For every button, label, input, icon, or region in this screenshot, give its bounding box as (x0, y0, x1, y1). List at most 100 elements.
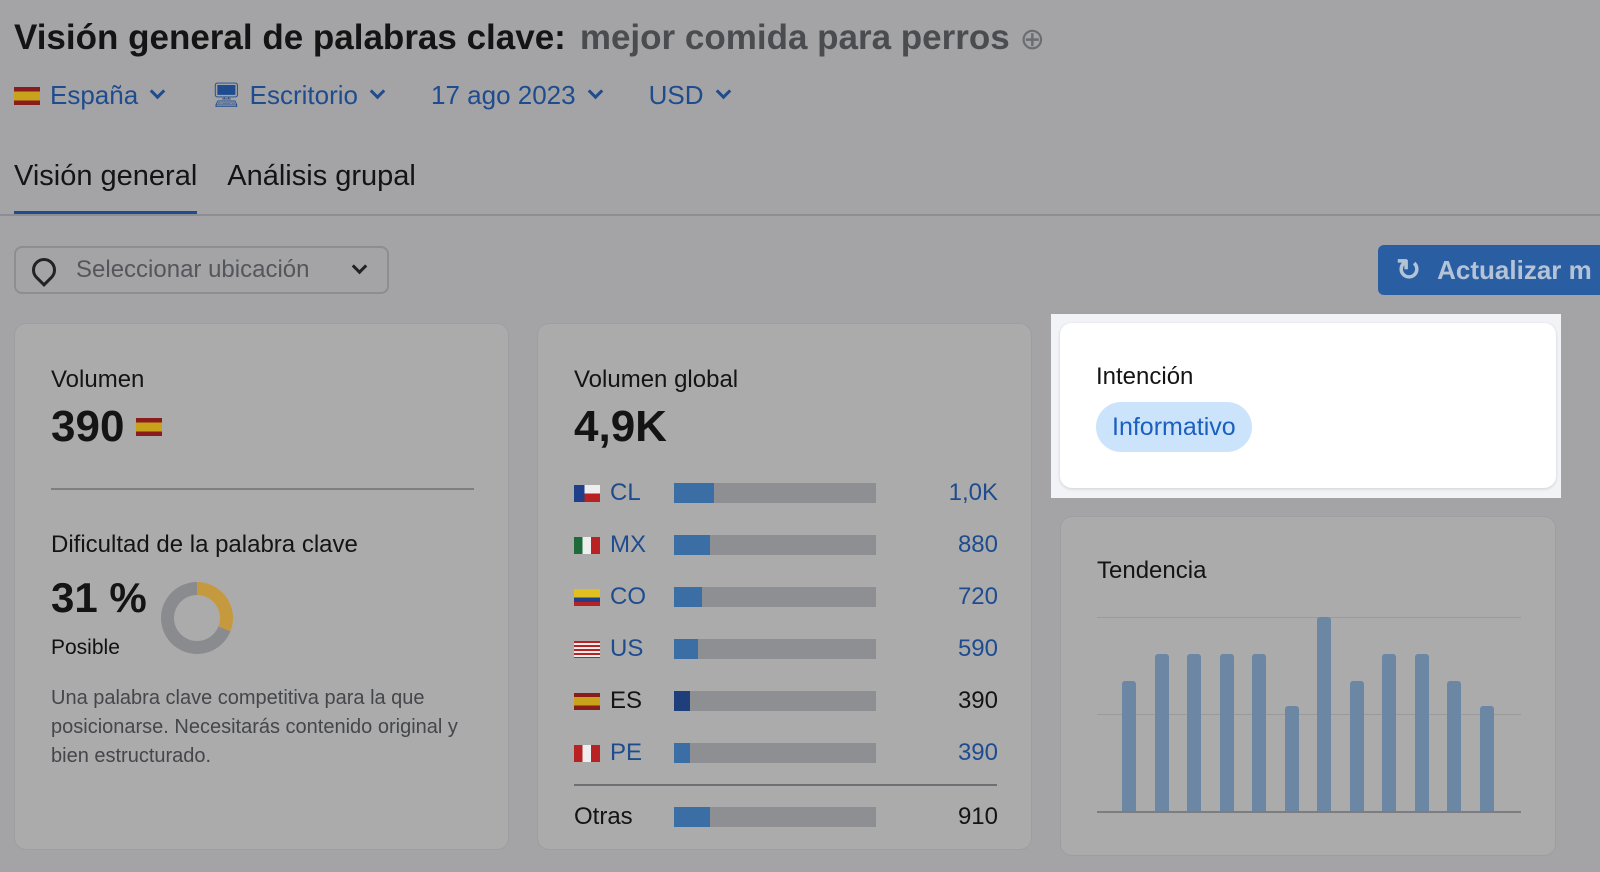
trend-label: Tendencia (1097, 557, 1207, 584)
difficulty-donut (161, 582, 233, 654)
global-volume-value: 4,9K (574, 402, 667, 451)
share-bar (674, 535, 876, 555)
tab-overview[interactable]: Visión general (14, 160, 198, 216)
difficulty-level: Posible (51, 636, 120, 659)
country-value: 390 (957, 687, 998, 714)
flag-co-icon (574, 588, 600, 606)
share-bar-fill (674, 691, 691, 711)
volume-value: 390 (51, 402, 125, 451)
country-row-other: Otras 910 (574, 802, 998, 832)
desktop-icon: 🖥 (211, 82, 242, 109)
chevron-down-icon (587, 83, 603, 100)
country-code[interactable]: PE (610, 739, 672, 767)
trend-bar[interactable] (1219, 653, 1234, 811)
country-code[interactable]: CL (610, 479, 672, 507)
chevron-down-icon (369, 83, 386, 100)
country-row-cl: CL 1,0K (574, 478, 998, 508)
country-row-es: ES 390 (574, 686, 998, 716)
spain-flag-icon (14, 86, 40, 105)
intent-card: Intención Informativo (1060, 323, 1556, 488)
trend-bar[interactable] (1187, 653, 1201, 811)
device-label: Escritorio (249, 80, 359, 110)
date-label: 17 ago 2023 (431, 80, 576, 110)
database-select[interactable]: España (14, 80, 166, 111)
country-code[interactable]: MX (610, 531, 672, 559)
country-row-us: US 590 (574, 634, 998, 664)
location-placeholder: Seleccionar ubicación (76, 256, 310, 283)
date-select[interactable]: 17 ago 2023 (431, 80, 603, 111)
global-volume-card: Volumen global 4,9K CL 1,0K MX 880 CO 720 US 59… (537, 323, 1032, 850)
tab-group-analysis[interactable]: Análisis grupal (227, 160, 416, 216)
divider (51, 488, 474, 490)
trend-bar[interactable] (1154, 653, 1169, 811)
difficulty-value: 31 % (51, 574, 147, 621)
country-row-co: CO 720 (574, 582, 998, 612)
share-bar (674, 743, 876, 763)
chevron-down-icon (351, 258, 368, 274)
share-bar (674, 807, 876, 827)
trend-bar[interactable] (1479, 706, 1494, 811)
plus-circle-icon[interactable]: ⊕ (1020, 23, 1045, 56)
volume-card: Volumen 390 Dificultad de la palabra cla… (14, 323, 509, 850)
other-label: Otras (574, 803, 633, 830)
keyword: mejor comida para perros (579, 18, 1010, 57)
flag-pe-icon (574, 744, 600, 762)
page-title: Visión general de palabras clave: mejor c… (14, 18, 1045, 58)
trend-bar[interactable] (1349, 681, 1364, 811)
share-bar (674, 691, 876, 711)
country-code[interactable]: US (610, 635, 672, 663)
difficulty-description: Una palabra clave competitiva para la qu… (51, 687, 458, 767)
share-bar (674, 639, 876, 659)
flag-us-icon (574, 640, 600, 658)
share-bar-fill (674, 483, 715, 503)
country-code: ES (610, 687, 643, 714)
refresh-icon: ↻ (1396, 253, 1422, 287)
global-volume-label: Volumen global (574, 366, 739, 393)
trend-bar[interactable] (1382, 653, 1396, 811)
country-value[interactable]: 880 (958, 531, 998, 559)
title-text: Visión general de palabras clave: (14, 18, 566, 57)
share-bar-fill (674, 639, 699, 659)
country-value[interactable]: 590 (958, 635, 998, 663)
country-value[interactable]: 390 (958, 739, 998, 767)
currency-label: USD (648, 80, 704, 110)
country-value[interactable]: 1,0K (949, 479, 998, 507)
share-bar (674, 483, 876, 503)
database-label: España (50, 80, 139, 110)
tab-divider (0, 214, 1600, 216)
update-label: Actualizar m (1437, 254, 1592, 285)
trend-bar[interactable] (1447, 681, 1461, 811)
intent-badge: Informativo (1096, 402, 1252, 452)
country-row-mx: MX 880 (574, 530, 998, 560)
other-value: 910 (957, 803, 998, 830)
volume-label: Volumen (51, 366, 145, 393)
trend-bar[interactable] (1122, 681, 1136, 811)
update-button[interactable]: ↻ Actualizar m (1378, 245, 1600, 295)
share-bar (674, 587, 876, 607)
trend-chart (1097, 617, 1521, 813)
trend-card: Tendencia (1060, 516, 1556, 856)
country-code[interactable]: CO (610, 583, 672, 611)
flag-es-icon (574, 692, 600, 710)
trend-bar[interactable] (1317, 617, 1331, 811)
intent-label: Intención (1096, 363, 1194, 390)
currency-select[interactable]: USD (648, 80, 731, 111)
country-row-pe: PE 390 (574, 738, 998, 768)
spain-flag-icon (136, 418, 163, 436)
chevron-down-icon (715, 83, 731, 100)
device-select[interactable]: 🖥 Escritorio (211, 80, 386, 111)
flag-mx-icon (574, 536, 600, 554)
trend-bar[interactable] (1414, 653, 1429, 811)
location-pin-icon (27, 253, 61, 287)
divider (574, 784, 997, 786)
country-value[interactable]: 720 (958, 583, 998, 611)
share-bar-fill (674, 587, 703, 607)
flag-cl-icon (574, 484, 600, 502)
difficulty-label: Dificultad de la palabra clave (51, 531, 358, 558)
trend-bar[interactable] (1284, 706, 1299, 811)
share-bar-fill (674, 743, 691, 763)
share-bar-fill (674, 535, 711, 555)
location-select[interactable]: Seleccionar ubicación (14, 246, 389, 294)
chevron-down-icon (149, 83, 166, 100)
trend-bar[interactable] (1252, 653, 1266, 811)
